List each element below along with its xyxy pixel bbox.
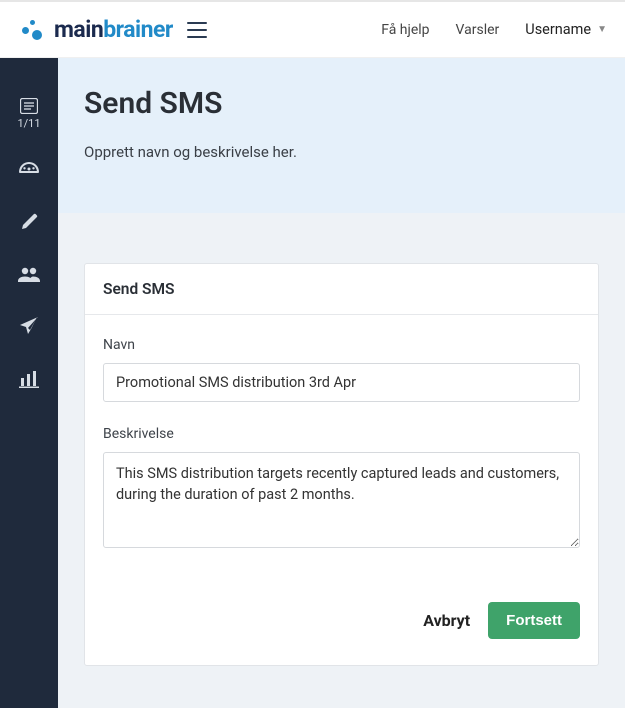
nav-reports[interactable]	[17, 370, 41, 392]
card-footer: Avbryt Fortsett	[85, 578, 598, 665]
cancel-button[interactable]: Avbryt	[423, 611, 470, 630]
page-subtitle: Opprett navn og beskrivelse her.	[84, 143, 599, 161]
paper-plane-icon	[19, 316, 39, 336]
name-label: Navn	[103, 337, 580, 353]
help-link[interactable]: Få hjelp	[381, 22, 429, 38]
logo-text-brainer: brainer	[103, 16, 173, 43]
form-card: Send SMS Navn Beskrivelse Avbryt Fortset…	[84, 263, 599, 666]
card-body: Navn Beskrivelse	[85, 315, 598, 578]
list-icon	[20, 98, 38, 114]
shell: 1/11	[0, 58, 625, 708]
name-input[interactable]	[103, 363, 580, 402]
name-group: Navn	[103, 337, 580, 402]
step-count: 1/11	[17, 117, 40, 130]
topbar-left: mainbrainer	[18, 16, 207, 43]
card-wrap: Send SMS Navn Beskrivelse Avbryt Fortset…	[58, 263, 625, 666]
sidebar: 1/11	[0, 58, 58, 708]
card-title: Send SMS	[85, 264, 598, 315]
logo-mark-icon	[18, 17, 48, 43]
nav-dashboard[interactable]	[17, 160, 41, 182]
bar-chart-icon	[19, 370, 39, 388]
topbar-right: Få hjelp Varsler Username ▼	[381, 21, 607, 38]
description-group: Beskrivelse	[103, 426, 580, 552]
nav-contacts[interactable]	[17, 266, 41, 286]
logo[interactable]: mainbrainer	[18, 16, 173, 43]
page-title: Send SMS	[84, 86, 599, 121]
people-icon	[18, 266, 40, 282]
alerts-link[interactable]: Varsler	[456, 22, 500, 38]
pencil-icon	[19, 212, 39, 232]
step-indicator[interactable]: 1/11	[17, 98, 40, 130]
page-hero: Send SMS Opprett navn og beskrivelse her…	[58, 58, 625, 213]
user-menu[interactable]: Username ▼	[525, 21, 607, 38]
continue-button[interactable]: Fortsett	[488, 602, 580, 639]
content: Send SMS Opprett navn og beskrivelse her…	[58, 58, 625, 708]
username-label: Username	[525, 21, 591, 38]
topbar: mainbrainer Få hjelp Varsler Username ▼	[0, 0, 625, 58]
description-label: Beskrivelse	[103, 426, 580, 442]
nav-campaigns[interactable]	[17, 316, 41, 340]
caret-down-icon: ▼	[597, 24, 607, 35]
logo-text-main: main	[54, 16, 103, 43]
hamburger-icon[interactable]	[187, 22, 207, 38]
logo-text: mainbrainer	[54, 16, 173, 43]
description-input[interactable]	[103, 452, 580, 548]
nav-compose[interactable]	[17, 212, 41, 236]
gauge-icon	[18, 160, 40, 178]
